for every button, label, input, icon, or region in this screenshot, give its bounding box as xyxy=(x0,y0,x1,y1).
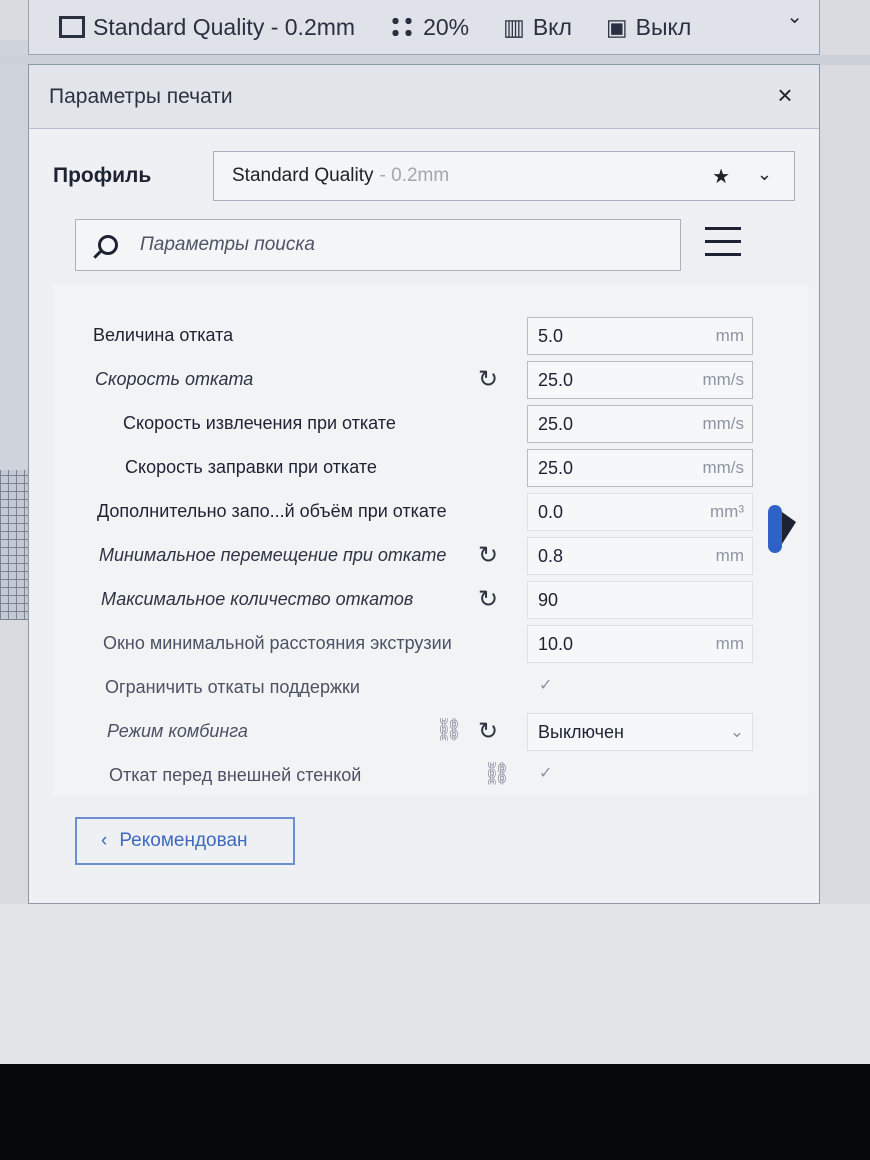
support-icon: ▥ xyxy=(503,13,525,40)
setting-row: Ограничить откаты поддержки ✓ xyxy=(53,667,809,707)
mouse-cursor xyxy=(782,512,796,544)
dialog-header: Параметры печати × xyxy=(29,65,819,129)
setting-row: Дополнительно запо...й объём при откате … xyxy=(53,491,809,531)
sliders-icon xyxy=(59,16,85,38)
setting-label: Величина отката xyxy=(93,325,234,345)
search-icon xyxy=(98,235,118,255)
setting-row: Скорость заправки при откате 25.0 mm/s xyxy=(53,447,809,487)
setting-checkbox[interactable]: ✓ xyxy=(539,763,552,783)
star-icon[interactable]: ★ xyxy=(712,164,730,189)
dialog-title: Параметры печати xyxy=(49,84,233,108)
infill-value: 20% xyxy=(423,13,470,40)
infill-summary[interactable]: 20% xyxy=(389,14,469,41)
settings-scrollbar[interactable] xyxy=(768,505,782,553)
infill-icon xyxy=(389,15,416,39)
search-placeholder: Параметры поиска xyxy=(140,234,315,255)
setting-label: Дополнительно запо...й объём при откате xyxy=(97,501,447,521)
adhesion-value: Выкл xyxy=(635,13,692,40)
setting-value: 10.0 xyxy=(538,634,574,654)
profile-summary-text: Standard Quality - 0.2mm xyxy=(93,13,356,40)
setting-label: Окно минимальной расстояния экструзии xyxy=(103,633,452,653)
setting-row: Окно минимальной расстояния экструзии 10… xyxy=(53,623,809,663)
setting-value: Выключен xyxy=(538,722,624,742)
close-icon[interactable]: × xyxy=(773,82,797,108)
support-value: Вкл xyxy=(532,13,572,40)
monitor-bezel xyxy=(0,1064,870,1160)
setting-label: Режим комбинга xyxy=(107,721,248,741)
recommended-label: Рекомендован xyxy=(119,830,248,851)
adhesion-summary[interactable]: ▣ Выкл xyxy=(606,14,691,41)
menu-icon-line xyxy=(705,227,741,230)
setting-input[interactable]: 5.0 mm xyxy=(527,317,753,355)
menu-icon-line xyxy=(705,240,741,243)
setting-input[interactable]: 10.0 mm xyxy=(527,625,753,663)
adhesion-icon: ▣ xyxy=(605,13,628,40)
profile-name: Standard Quality xyxy=(232,165,374,186)
recommended-button[interactable]: ‹ Рекомендован xyxy=(75,817,295,865)
setting-unit: mm³ xyxy=(710,502,744,521)
setting-select[interactable]: Выключен ⌄ xyxy=(527,713,753,751)
setting-label: Скорость извлечения при откате xyxy=(123,413,396,433)
chevron-down-icon: ⌄ xyxy=(756,164,772,184)
setting-value: 5.0 xyxy=(538,326,564,346)
setting-unit: mm/s xyxy=(702,458,744,477)
chevron-down-icon[interactable]: ⌄ xyxy=(786,4,803,29)
setting-value: 90 xyxy=(538,590,559,610)
setting-row: Откат перед внешней стенкой ⛓ ✓ xyxy=(53,755,809,795)
setting-value: 25.0 xyxy=(538,414,574,434)
background-area xyxy=(0,904,870,1064)
settings-menu-button[interactable] xyxy=(705,227,741,261)
reset-icon[interactable]: ↻ xyxy=(478,541,498,570)
setting-label: Откат перед внешней стенкой xyxy=(109,765,362,785)
setting-unit: mm/s xyxy=(702,370,744,389)
setting-input[interactable]: 90 xyxy=(527,581,753,619)
setting-unit: mm/s xyxy=(702,414,744,433)
setting-value: 0.8 xyxy=(538,546,564,566)
setting-label: Минимальное перемещение при откате xyxy=(99,545,447,565)
setting-row: Скорость извлечения при откате 25.0 mm/s xyxy=(53,403,809,443)
profile-row: Профиль Standard Quality - 0.2mm ★ ⌄ xyxy=(53,151,797,201)
reset-icon[interactable]: ↻ xyxy=(478,717,498,746)
setting-input[interactable]: 0.0 mm³ xyxy=(527,493,753,531)
reset-icon[interactable]: ↻ xyxy=(478,585,498,614)
print-setup-bar[interactable]: Standard Quality - 0.2mm 20% ▥ Вкл ▣ Вык… xyxy=(28,0,820,55)
setting-checkbox[interactable]: ✓ xyxy=(539,675,552,695)
setting-row: Минимальное перемещение при откате ↻ 0.8… xyxy=(53,535,809,575)
print-settings-dialog: Параметры печати × Профиль Standard Qual… xyxy=(28,64,820,904)
reset-icon[interactable]: ↻ xyxy=(478,365,498,394)
setting-row: Максимальное количество откатов ↻ 90 xyxy=(53,579,809,619)
setting-row: Режим комбинга ⛓ ↻ Выключен ⌄ xyxy=(53,711,809,751)
link-icon: ⛓ xyxy=(483,761,511,786)
setting-unit: mm xyxy=(715,634,744,653)
setting-unit: mm xyxy=(715,326,744,345)
search-input[interactable]: Параметры поиска xyxy=(75,219,681,271)
link-icon: ⛓ xyxy=(435,717,463,742)
setting-label: Ограничить откаты поддержки xyxy=(105,677,360,697)
setting-label: Скорость заправки при откате xyxy=(125,457,377,477)
menu-icon-line xyxy=(705,253,741,256)
setting-value: 0.0 xyxy=(538,502,564,522)
profile-layer-height: - 0.2mm xyxy=(379,165,450,186)
setting-row: Величина отката 5.0 mm xyxy=(53,315,809,355)
setting-label: Максимальное количество откатов xyxy=(101,589,414,609)
profile-label: Профиль xyxy=(53,164,152,187)
setting-input[interactable]: 25.0 mm/s xyxy=(527,405,753,443)
setting-row: Скорость отката ↻ 25.0 mm/s xyxy=(53,359,809,399)
profile-summary[interactable]: Standard Quality - 0.2mm xyxy=(59,14,355,41)
setting-input[interactable]: 0.8 mm xyxy=(527,537,753,575)
chevron-left-icon: ‹ xyxy=(101,830,108,851)
setting-input[interactable]: 25.0 mm/s xyxy=(527,449,753,487)
setting-value: 25.0 xyxy=(538,370,574,390)
setting-unit: mm xyxy=(715,546,744,565)
setting-label: Скорость отката xyxy=(95,369,254,389)
setting-value: 25.0 xyxy=(538,458,574,478)
profile-dropdown[interactable]: Standard Quality - 0.2mm ★ ⌄ xyxy=(213,151,795,201)
support-summary[interactable]: ▥ Вкл xyxy=(503,14,572,41)
chevron-down-icon: ⌄ xyxy=(729,722,744,741)
setting-input[interactable]: 25.0 mm/s xyxy=(527,361,753,399)
settings-list[interactable]: Величина отката 5.0 mm Скорость отката ↻… xyxy=(53,285,809,795)
